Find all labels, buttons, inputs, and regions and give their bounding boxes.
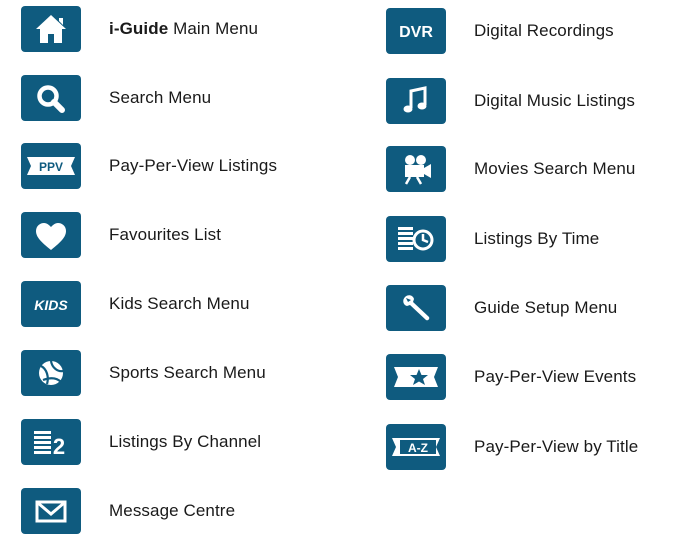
ppv-az-ticket-icon: A-Z (386, 424, 446, 470)
menu-item-message-centre[interactable]: Message Centre (21, 488, 321, 534)
dvr-icon: DVR (386, 8, 446, 54)
menu-item-label: Pay-Per-View Listings (109, 156, 278, 175)
svg-text:2: 2 (53, 434, 65, 459)
menu-item-label: Sports Search Menu (109, 363, 266, 382)
heart-icon (21, 212, 81, 258)
menu-item-digital-recordings[interactable]: DVR Digital Recordings (386, 8, 676, 54)
envelope-icon (21, 488, 81, 534)
menu-item-ppv-by-title[interactable]: A-Z Pay-Per-View by Title (386, 424, 676, 470)
ppv-ticket-icon: PPV (21, 143, 81, 189)
menu-item-favourites[interactable]: Favourites List (21, 212, 321, 258)
wrench-icon (386, 285, 446, 331)
menu-item-label: Pay-Per-View Events (474, 367, 637, 386)
svg-text:A-Z: A-Z (408, 441, 428, 455)
svg-text:KIDS: KIDS (34, 297, 68, 313)
menu-item-label: Listings By Time (474, 229, 600, 248)
menu-item-main-menu[interactable]: i-Guide Main Menu (21, 6, 321, 52)
listings-channel-icon: 2 (21, 419, 81, 465)
menu-item-listings-by-time[interactable]: Listings By Time (386, 216, 676, 262)
menu-item-label: Listings By Channel (109, 432, 262, 451)
music-note-icon (386, 78, 446, 124)
menu-item-label: Pay-Per-View by Title (474, 437, 639, 456)
menu-item-label: Digital Recordings (474, 21, 614, 40)
menu-item-kids-search[interactable]: KIDS Kids Search Menu (21, 281, 321, 327)
sports-ball-icon (21, 350, 81, 396)
menu-item-label: Movies Search Menu (474, 159, 636, 178)
home-icon (21, 6, 81, 52)
menu-item-ppv-events[interactable]: Pay-Per-View Events (386, 354, 676, 400)
menu-item-label: i-Guide Main Menu (109, 19, 259, 38)
menu-item-ppv-listings[interactable]: PPV Pay-Per-View Listings (21, 143, 321, 189)
menu-item-movies-search[interactable]: Movies Search Menu (386, 146, 676, 192)
movie-camera-icon (386, 146, 446, 192)
menu-item-label: Kids Search Menu (109, 294, 250, 313)
menu-item-label: Guide Setup Menu (474, 298, 618, 317)
menu-item-search[interactable]: Search Menu (21, 75, 321, 121)
svg-text:PPV: PPV (39, 160, 63, 174)
menu-item-digital-music[interactable]: Digital Music Listings (386, 78, 676, 124)
menu-item-label: Message Centre (109, 501, 236, 520)
kids-icon: KIDS (21, 281, 81, 327)
search-icon (21, 75, 81, 121)
svg-text:DVR: DVR (399, 24, 433, 41)
menu-item-label: Favourites List (109, 225, 222, 244)
menu-item-label: Search Menu (109, 88, 212, 107)
menu-item-label: Digital Music Listings (474, 91, 635, 110)
menu-item-sports-search[interactable]: Sports Search Menu (21, 350, 321, 396)
menu-item-listings-by-channel[interactable]: 2 Listings By Channel (21, 419, 321, 465)
menu-item-guide-setup[interactable]: Guide Setup Menu (386, 285, 676, 331)
ppv-star-ticket-icon (386, 354, 446, 400)
listings-time-icon (386, 216, 446, 262)
